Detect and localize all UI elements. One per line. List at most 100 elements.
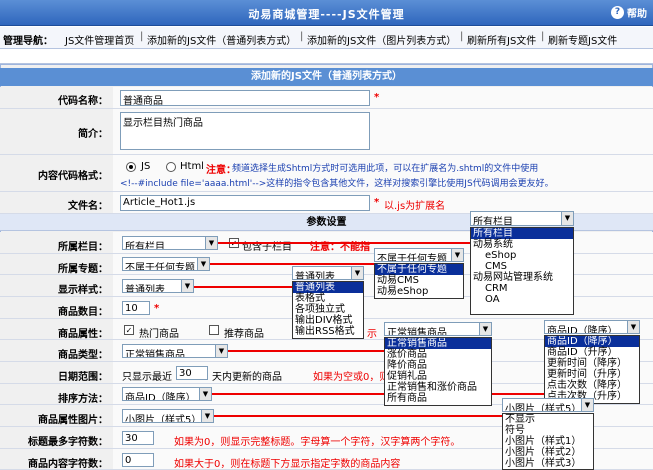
column-dropdown-list[interactable]: 所有栏目 动易系统 eShop CMS 动易网站管理系统 CRM OA <box>470 227 574 315</box>
special-select[interactable]: 不属于任何专题 ▼ <box>122 257 210 271</box>
label-style: 显示样式： <box>58 285 108 296</box>
recommend-checkbox[interactable] <box>209 325 219 335</box>
connector-order <box>212 393 546 395</box>
nav-link-add-normal[interactable]: 添加新的JS文件（普通列表方式） <box>147 32 296 47</box>
dropdown-option[interactable]: 各项独立式 <box>293 304 363 315</box>
date-days-input[interactable]: 30 <box>176 366 208 380</box>
dropdown-option[interactable]: 更新时间（降序） <box>545 358 639 369</box>
chevron-down-icon: ▼ <box>479 323 491 335</box>
chevron-down-icon: ▼ <box>561 212 573 225</box>
dropdown-option[interactable]: 所有商品 <box>385 393 491 404</box>
content-len-hint: 如果大于0，则在标题下方显示指定字数的商品内容 <box>174 459 401 470</box>
row-code-name: 代码名称： 普通商品 * <box>0 87 653 109</box>
nav-link-add-picture[interactable]: 添加新的JS文件（图片列表方式） <box>307 32 456 47</box>
hot-label: 热门商品 <box>139 329 179 340</box>
chevron-down-icon: ▼ <box>197 258 209 270</box>
label-column: 所属栏目： <box>58 242 108 253</box>
dropdown-option[interactable]: 小图片（样式1） <box>503 436 593 447</box>
hot-checkbox[interactable]: ✓ <box>124 325 134 335</box>
dropdown-option[interactable]: CRM <box>471 283 573 294</box>
column-dropdown-header[interactable]: 所有栏目 ▼ <box>470 211 574 226</box>
label-count: 商品数目： <box>58 307 108 318</box>
radio-js[interactable] <box>126 162 136 172</box>
special-dropdown-list[interactable]: 不属于任何专题 动易CMS 动易eShop <box>374 263 464 299</box>
row-format: 内容代码格式： JS Html 注意： 频道选择生成Shtml方式时可选用此项，… <box>0 155 653 192</box>
radio-html[interactable] <box>166 162 176 172</box>
include-children-label: 包含子栏目 <box>242 242 292 253</box>
page-title: 动易商城管理----JS文件管理 <box>248 8 405 21</box>
filename-input[interactable]: Article_Hot1.js <box>120 195 370 211</box>
dropdown-option[interactable]: 不属于任何专题 <box>375 264 463 275</box>
pic-dropdown-list[interactable]: 不显示 符号 小图片（样式1） 小图片（样式2） 小图片（样式3） <box>502 413 594 470</box>
column-select[interactable]: 所有栏目 ▼ <box>122 236 218 250</box>
dropdown-option[interactable]: 动易网站管理系统 <box>471 272 573 283</box>
dropdown-option[interactable]: eShop <box>471 250 573 261</box>
order-dropdown-list[interactable]: 商品ID（降序） 商品ID（升序） 更新时间（降序） 更新时间（升序） 点击次数… <box>544 335 640 404</box>
dropdown-option[interactable]: 符号 <box>503 425 593 436</box>
chevron-down-icon: ▼ <box>215 345 227 357</box>
dropdown-option[interactable]: 正常销售商品 <box>385 338 491 349</box>
column-note: 注意：不能指 <box>310 242 370 253</box>
connector-column <box>218 242 474 244</box>
dropdown-option[interactable]: 更新时间（升序） <box>545 369 639 380</box>
dropdown-option[interactable]: CMS <box>471 261 573 272</box>
intro-textarea[interactable]: 显示栏目热门商品 <box>120 112 370 150</box>
dropdown-option[interactable]: 不显示 <box>503 414 593 425</box>
style-dropdown-list[interactable]: 普通列表 表格式 各项独立式 输出DIV格式 输出RSS格式 <box>292 281 364 339</box>
dropdown-option[interactable]: 动易eShop <box>375 286 463 297</box>
dropdown-option[interactable]: 小图片（样式3） <box>503 458 593 469</box>
title-bar: 动易商城管理----JS文件管理 ? 帮助 <box>0 0 653 26</box>
label-format: 内容代码格式： <box>38 171 108 182</box>
dropdown-option[interactable]: 商品ID（升序） <box>545 347 639 358</box>
dropdown-option[interactable]: OA <box>471 294 573 305</box>
special-dropdown-header[interactable]: 不属于任何专题 ▼ <box>374 248 464 262</box>
help-label: 帮助 <box>627 9 647 20</box>
dropdown-option[interactable]: 所有栏目 <box>471 228 573 239</box>
dropdown-option[interactable]: 表格式 <box>293 293 363 304</box>
radio-html-label: Html <box>180 161 204 172</box>
help-button[interactable]: ? 帮助 <box>611 5 647 20</box>
count-input[interactable]: 10 <box>122 301 150 315</box>
dropdown-option[interactable]: 输出RSS格式 <box>293 326 363 337</box>
dropdown-option[interactable]: 点击次数（降序） <box>545 380 639 391</box>
code-name-input[interactable]: 普通商品 <box>120 90 370 106</box>
dropdown-option[interactable]: 商品ID（降序） <box>545 336 639 347</box>
order-select[interactable]: 商品ID（降序） ▼ <box>122 387 212 401</box>
pic-select[interactable]: 小图片（样式5） ▼ <box>122 409 214 423</box>
dropdown-option[interactable]: 小图片（样式2） <box>503 447 593 458</box>
type-dropdown-header[interactable]: 正常销售商品 ▼ <box>384 322 492 336</box>
dropdown-option[interactable]: 动易CMS <box>375 275 463 286</box>
attr-suffix: 示 <box>367 329 377 340</box>
dropdown-option[interactable]: 涨价商品 <box>385 349 491 360</box>
nav-link-js-home[interactable]: JS文件管理首页 <box>65 32 134 47</box>
dropdown-option[interactable]: 正常销售和涨价商品 <box>385 382 491 393</box>
order-dropdown-header[interactable]: 商品ID（降序） ▼ <box>544 320 640 334</box>
style-select[interactable]: 普通列表 ▼ <box>122 279 194 293</box>
chevron-down-icon: ▼ <box>199 388 211 400</box>
row-intro: 简介： 显示栏目热门商品 <box>0 109 653 155</box>
type-select[interactable]: 正常销售商品 ▼ <box>122 344 228 358</box>
dropdown-option[interactable]: 普通列表 <box>293 282 363 293</box>
dropdown-option[interactable]: 动易系统 <box>471 239 573 250</box>
format-note-text: 频道选择生成Shtml方式时可选用此项，可以在扩展名为.shtml的文件中使用 <box>232 164 539 174</box>
nav-link-refresh-all[interactable]: 刷新所有JS文件 <box>467 32 536 47</box>
connector-special <box>210 263 376 265</box>
dropdown-option[interactable]: 输出DIV格式 <box>293 315 363 326</box>
chevron-down-icon: ▼ <box>205 237 217 249</box>
manage-nav: 管理导航： JS文件管理首页 | 添加新的JS文件（普通列表方式） | 添加新的… <box>0 27 653 49</box>
content-len-input[interactable]: 0 <box>122 453 154 467</box>
chevron-down-icon: ▼ <box>351 267 363 279</box>
filename-hint: 以.js为扩展名 <box>384 201 446 212</box>
chevron-down-icon: ▼ <box>627 321 639 333</box>
chevron-down-icon: ▼ <box>181 280 193 292</box>
chevron-down-icon: ▼ <box>451 249 463 261</box>
pic-dropdown-header[interactable]: 小图片（样式5） ▼ <box>502 398 594 412</box>
style-dropdown-header[interactable]: 普通列表 ▼ <box>292 266 364 280</box>
dropdown-option[interactable]: 降价商品 <box>385 360 491 371</box>
title-len-hint: 如果为0，则显示完整标题。字母算一个字符，汉字算两个字符。 <box>174 437 461 448</box>
title-len-input[interactable]: 30 <box>122 431 154 445</box>
label-date: 日期范围： <box>58 372 108 383</box>
nav-link-refresh-special[interactable]: 刷新专题JS文件 <box>548 32 617 47</box>
type-dropdown-list[interactable]: 正常销售商品 涨价商品 降价商品 促销礼品 正常销售和涨价商品 所有商品 <box>384 337 492 406</box>
dropdown-option[interactable]: 促销礼品 <box>385 371 491 382</box>
